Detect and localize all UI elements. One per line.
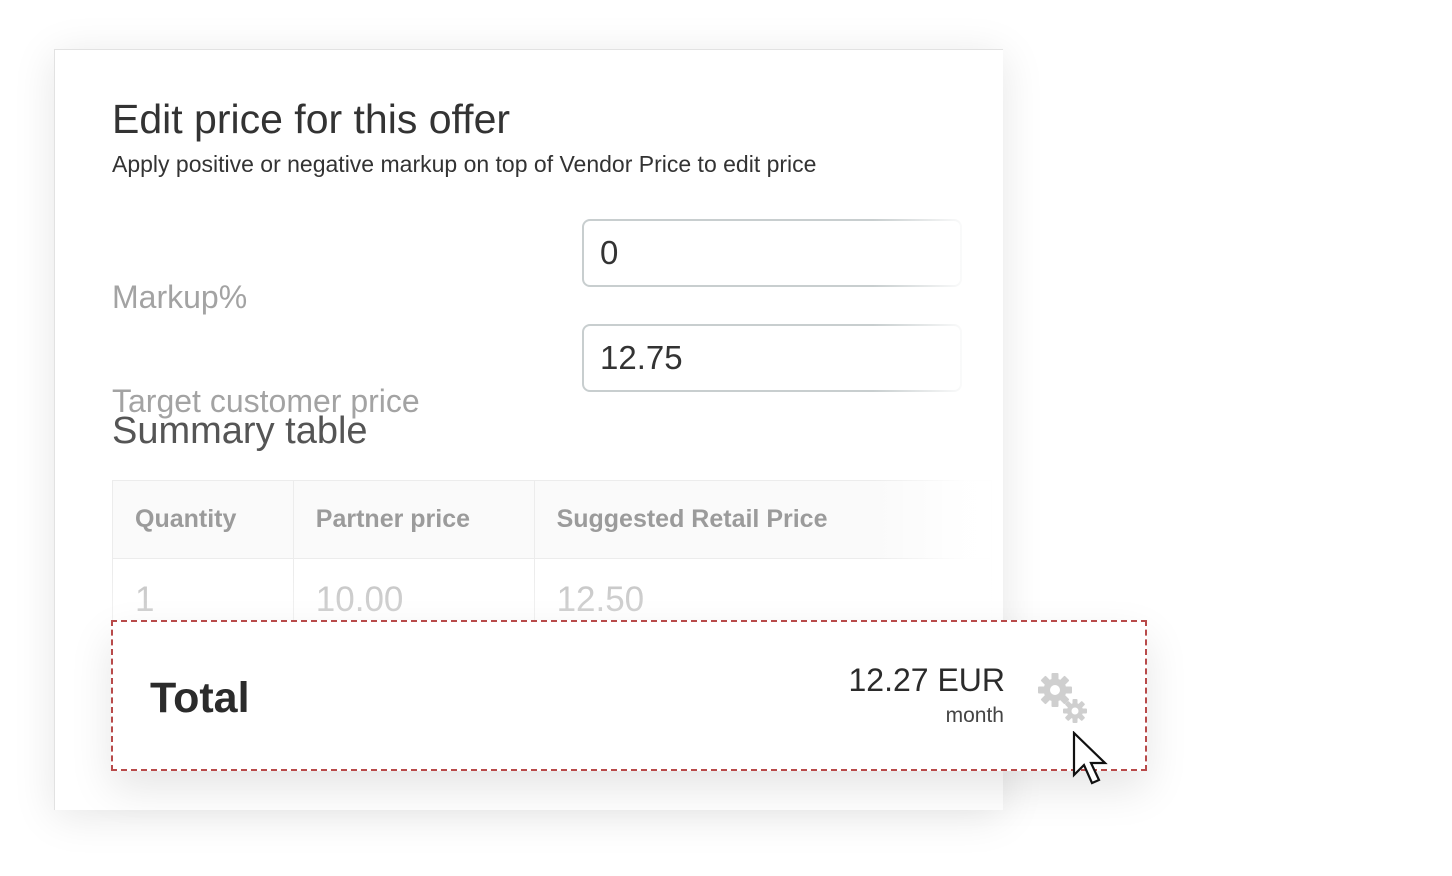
modal-subtitle: Apply positive or negative markup on top… <box>112 151 817 177</box>
column-header-partner-price: Partner price <box>293 480 535 559</box>
screen: Edit price for this offer Apply positive… <box>0 0 1452 876</box>
summary-title: Summary table <box>112 410 368 452</box>
total-label: Total <box>150 674 250 722</box>
target-price-input[interactable] <box>582 324 962 392</box>
markup-label: Markup% <box>112 279 248 315</box>
total-card: Total 12.27 EUR month <box>111 620 1147 771</box>
table-header-row: Quantity Partner price Suggested Retail … <box>112 480 993 559</box>
column-header-quantity: Quantity <box>112 480 294 559</box>
gears-icon[interactable] <box>1033 670 1093 730</box>
modal-title: Edit price for this offer <box>112 96 511 142</box>
total-period: month <box>945 704 1004 727</box>
total-amount: 12.27 EUR <box>848 662 1005 698</box>
column-header-suggested-retail-price: Suggested Retail Price <box>534 480 993 559</box>
summary-table: Quantity Partner price Suggested Retail … <box>112 480 993 641</box>
markup-input[interactable] <box>582 219 962 287</box>
mouse-cursor-icon <box>1072 731 1108 785</box>
